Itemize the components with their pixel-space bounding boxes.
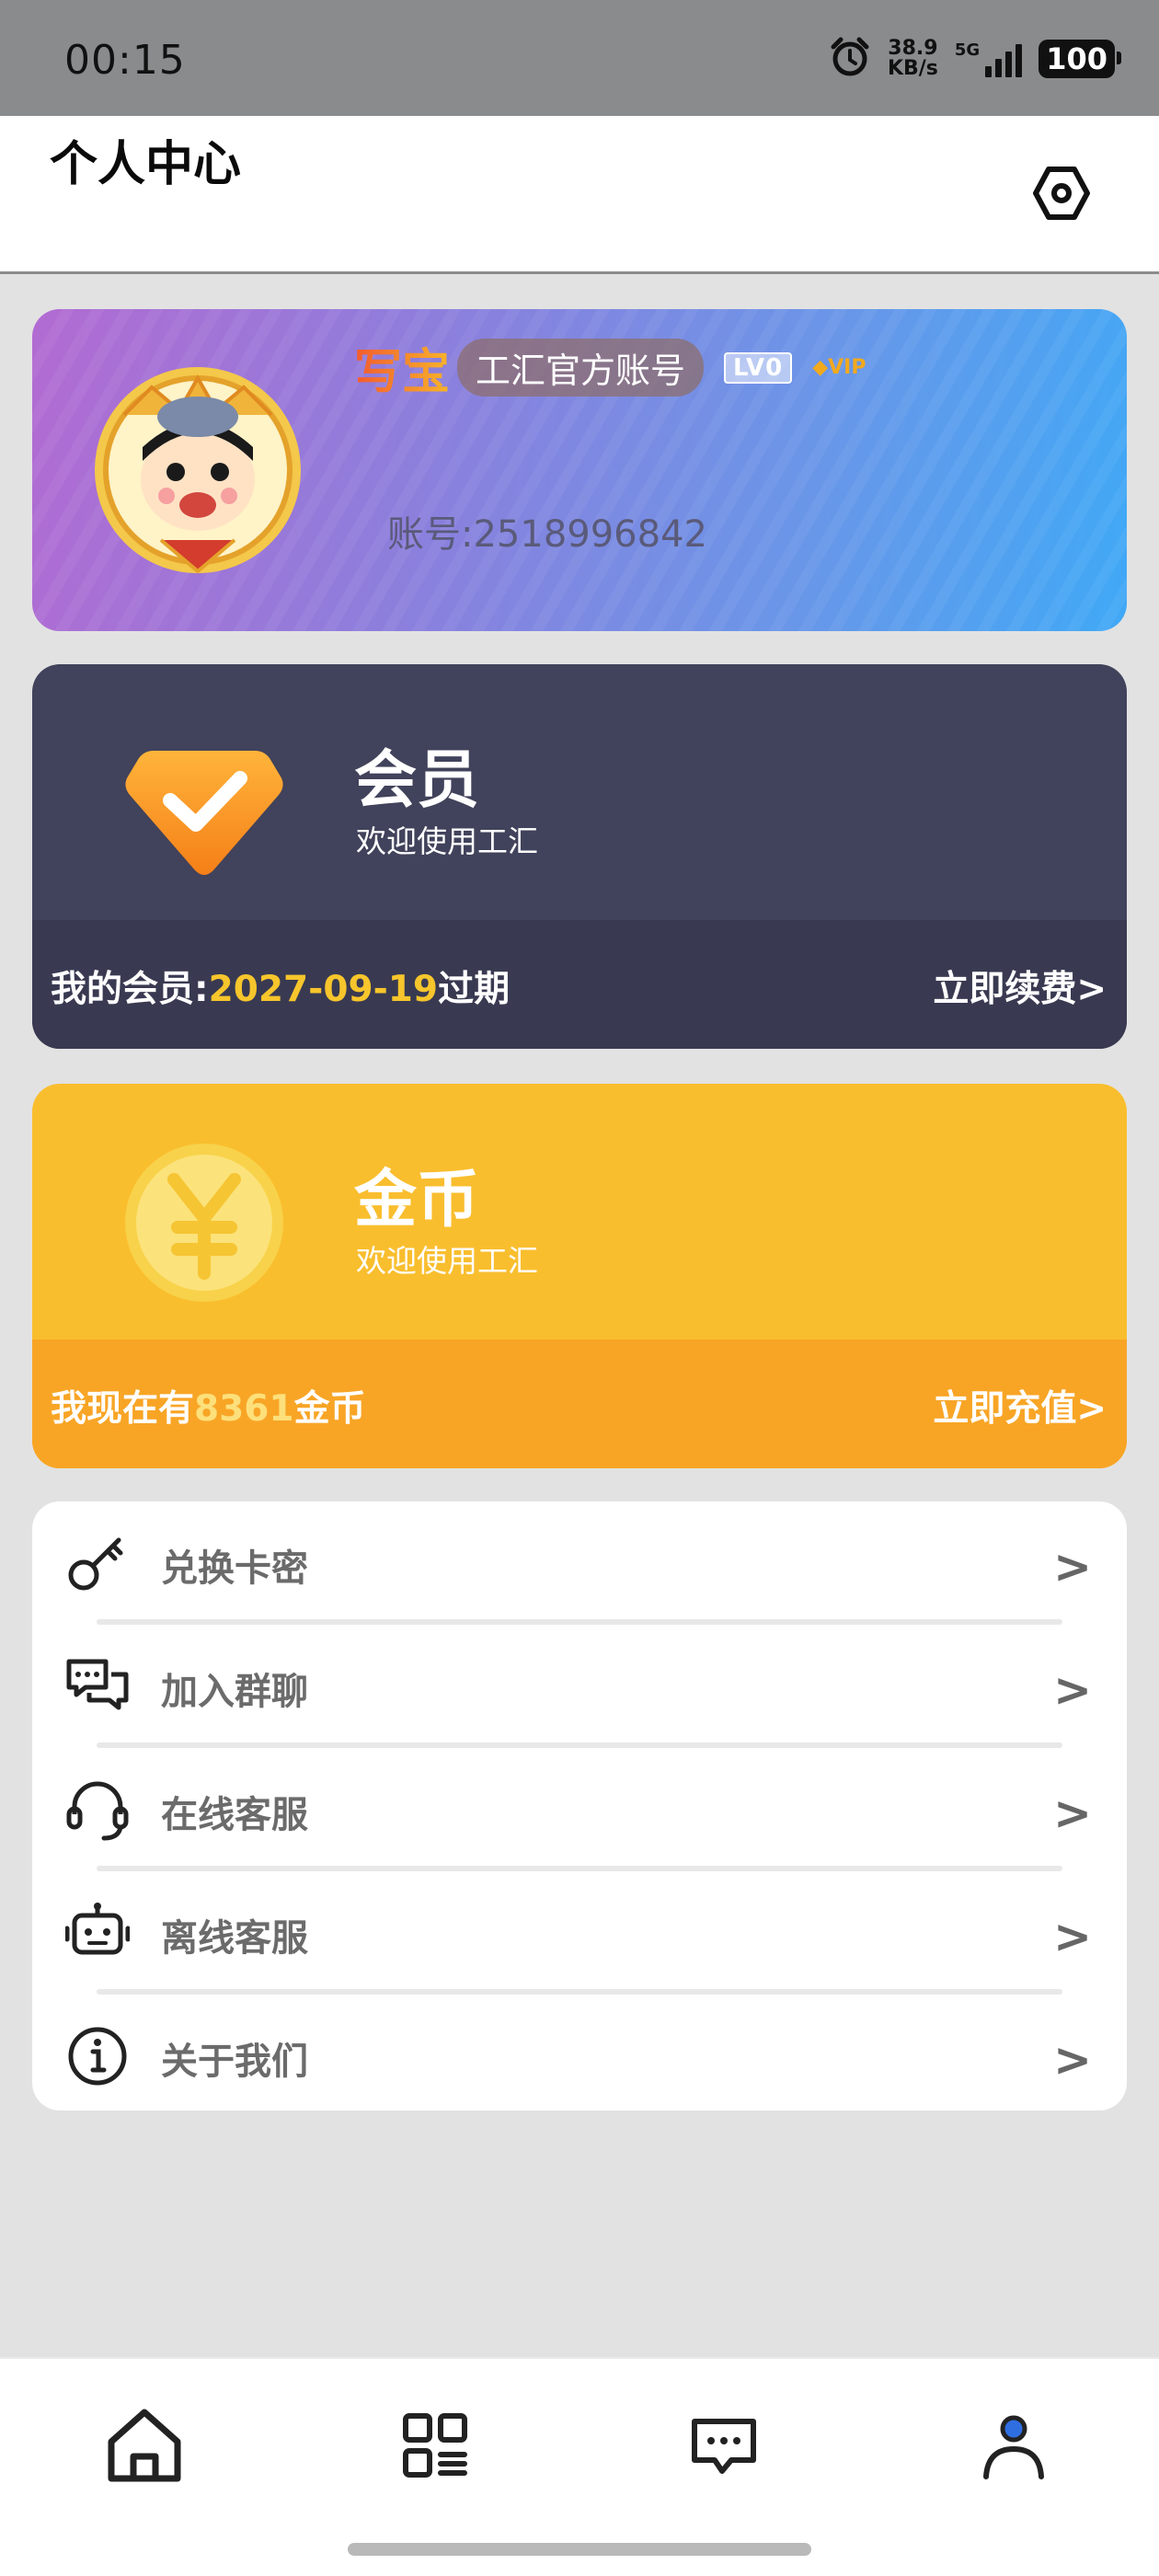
chevron-right-icon: > — [1053, 1663, 1092, 1717]
signal-icon: 5G — [954, 40, 1023, 77]
member-subtitle: 欢迎使用工汇 — [356, 823, 538, 859]
membership-status: 我的会员:2027-09-19过期 — [51, 969, 511, 1010]
nav-messages[interactable] — [678, 2401, 770, 2493]
message-icon — [691, 2412, 757, 2482]
info-icon — [65, 2024, 130, 2088]
battery-indicator: 100 — [1039, 40, 1121, 78]
level-badge: LV0 — [724, 351, 793, 384]
coin-card[interactable]: 金币 欢迎使用工汇 我现在有8361金币 立即充值> — [32, 1084, 1127, 1468]
menu-item-about-us[interactable]: 关于我们 > — [32, 1995, 1127, 2110]
menu-label: 加入群聊 — [161, 1671, 308, 1713]
page-title: 个人中心 — [50, 137, 242, 192]
member-title: 会员 — [354, 744, 480, 817]
network-speed: 38.9 KB/s — [887, 37, 938, 80]
official-account-badge: 工汇官方账号 — [457, 339, 705, 397]
menu-label: 离线客服 — [161, 1917, 308, 1960]
nickname: 写宝 — [354, 333, 450, 402]
chat-bubbles-icon — [65, 1654, 130, 1719]
menu-label: 在线客服 — [161, 1794, 308, 1836]
coin-subtitle: 欢迎使用工汇 — [356, 1243, 538, 1279]
status-bar: 00:15 38.9 KB/s 5G 100 — [0, 0, 1159, 116]
coin-count: 8361 — [194, 1388, 294, 1430]
page-header: 个人中心 — [0, 116, 1159, 274]
home-icon — [104, 2405, 185, 2490]
menu-item-offline-support[interactable]: 离线客服 > — [32, 1871, 1127, 1995]
profile-icon — [977, 2409, 1050, 2486]
robot-icon — [64, 1901, 131, 1965]
grid-apps-icon — [402, 2412, 468, 2482]
gear-icon — [1032, 164, 1091, 226]
settings-button[interactable] — [1028, 162, 1095, 228]
menu-label: 兑换卡密 — [161, 1547, 308, 1590]
bottom-navigation — [0, 2357, 1159, 2576]
menu-list: 兑换卡密 > 加入群聊 > 在线客服 > 离线客服 > 关于我们 > — [32, 1501, 1127, 2110]
renew-button[interactable]: 立即续费> — [933, 960, 1107, 1012]
menu-item-join-group[interactable]: 加入群聊 > — [32, 1625, 1127, 1748]
member-card[interactable]: 会员 欢迎使用工汇 我的会员:2027-09-19过期 立即续费> — [32, 664, 1127, 1049]
nickname-row: 写宝 工汇官方账号 LV0 ◆VIP — [354, 333, 866, 402]
nav-apps[interactable] — [389, 2401, 481, 2493]
chevron-right-icon: > — [1053, 2033, 1092, 2087]
status-icons: 38.9 KB/s 5G 100 — [829, 35, 1121, 83]
alarm-icon — [829, 36, 871, 82]
member-expire-date: 2027-09-19 — [208, 969, 439, 1010]
menu-item-redeem-card[interactable]: 兑换卡密 > — [32, 1501, 1127, 1625]
avatar[interactable] — [87, 360, 308, 581]
chevron-right-icon: > — [1053, 1787, 1092, 1840]
key-icon — [65, 1531, 130, 1595]
account-number: 账号:2518996842 — [387, 513, 707, 556]
headset-icon — [65, 1777, 130, 1842]
coin-balance: 我现在有8361金币 — [51, 1388, 366, 1430]
menu-label: 关于我们 — [161, 2041, 308, 2083]
home-indicator[interactable] — [348, 2543, 811, 2556]
network-type: 5G — [954, 40, 981, 60]
yen-coin-icon — [117, 1135, 292, 1310]
recharge-button[interactable]: 立即充值> — [933, 1380, 1107, 1432]
coin-title: 金币 — [354, 1164, 480, 1236]
menu-item-online-support[interactable]: 在线客服 > — [32, 1748, 1127, 1871]
nav-profile[interactable] — [968, 2401, 1060, 2493]
profile-card[interactable]: 写宝 工汇官方账号 LV0 ◆VIP 账号:2518996842 — [32, 309, 1127, 631]
member-footer: 我的会员:2027-09-19过期 立即续费> — [32, 920, 1127, 1049]
coin-footer: 我现在有8361金币 立即充值> — [32, 1340, 1127, 1468]
chevron-right-icon: > — [1053, 1540, 1092, 1593]
status-time: 00:15 — [64, 37, 186, 84]
chevron-right-icon: > — [1053, 1910, 1092, 1963]
nav-home[interactable] — [98, 2401, 190, 2493]
vip-badge: ◆VIP — [812, 356, 866, 379]
diamond-check-icon — [117, 716, 292, 891]
